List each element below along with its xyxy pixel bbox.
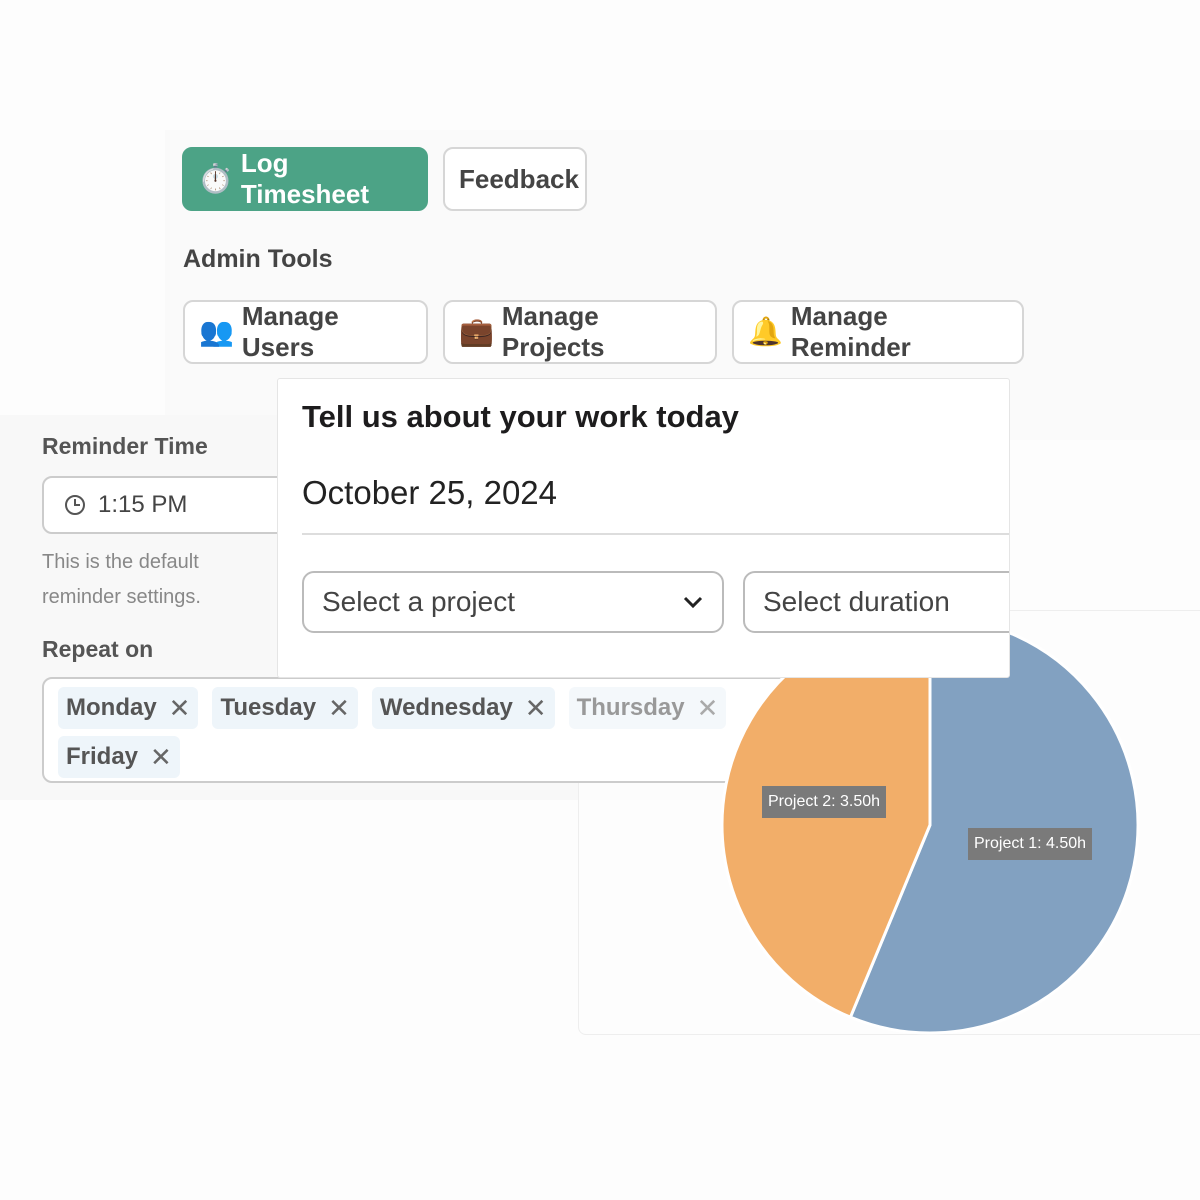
manage-reminder-button[interactable]: 🔔 Manage Reminder <box>732 300 1024 364</box>
form-title: Tell us about your work today <box>302 399 739 434</box>
tag-label: Tuesday <box>220 694 317 721</box>
repeat-days-select[interactable]: Monday ✕ Tuesday ✕ Wednesday ✕ Thursday ✕ Fr… <box>42 677 804 783</box>
clock-icon <box>65 495 85 515</box>
log-timesheet-label: Log Timesheet <box>240 148 370 209</box>
remove-icon[interactable]: ✕ <box>525 693 547 724</box>
remove-icon[interactable]: ✕ <box>150 742 172 773</box>
tag-label: Friday <box>66 743 139 770</box>
tag-label: Monday <box>66 694 157 721</box>
manage-reminder-label: Manage Reminder <box>790 301 911 362</box>
bell-icon: 🔔 <box>748 316 783 347</box>
divider <box>302 533 1009 535</box>
users-icon: 👥 <box>199 316 234 347</box>
reminder-hint: This is the default reminder settings. <box>42 551 201 608</box>
day-tag-tuesday: Tuesday ✕ <box>212 687 358 729</box>
manage-projects-button[interactable]: 💼 Manage Projects <box>443 300 717 364</box>
manage-users-button[interactable]: 👥 Manage Users <box>183 300 428 364</box>
manage-projects-label: Manage Projects <box>501 301 605 362</box>
feedback-label: Feedback <box>459 163 579 194</box>
briefcase-icon: 💼 <box>459 316 494 347</box>
tag-label: Thursday <box>576 694 685 721</box>
slice-label-project-2: Project 2: 3.50h <box>762 786 887 818</box>
log-work-form: Tell us about your work today October 25… <box>277 378 1010 678</box>
log-timesheet-button[interactable]: ⏱️ Log Timesheet <box>182 147 428 211</box>
day-tag-friday: Friday ✕ <box>58 736 180 778</box>
reminder-time-value: 1:15 PM <box>98 491 188 518</box>
duration-select-placeholder: Select duration <box>763 586 950 617</box>
feedback-button[interactable]: Feedback <box>443 147 587 211</box>
project-select[interactable]: Select a project <box>302 571 724 633</box>
form-date: October 25, 2024 <box>302 474 558 511</box>
remove-icon[interactable]: ✕ <box>328 693 350 724</box>
chevron-down-icon <box>683 596 703 609</box>
manage-users-label: Manage Users <box>241 301 339 362</box>
tag-label: Wednesday <box>379 694 513 721</box>
slice-label-project-1: Project 1: 4.50h <box>968 828 1093 860</box>
reminder-time-label: Reminder Time <box>42 433 208 459</box>
project-select-placeholder: Select a project <box>322 586 515 617</box>
stopwatch-icon: ⏱️ <box>198 163 233 194</box>
day-tag-monday: Monday ✕ <box>58 687 199 729</box>
duration-select[interactable]: Select duration <box>743 571 1009 633</box>
remove-icon[interactable]: ✕ <box>169 693 191 724</box>
admin-tools-heading: Admin Tools <box>183 245 333 273</box>
day-tag-wednesday: Wednesday ✕ <box>371 687 555 729</box>
repeat-on-label: Repeat on <box>42 636 154 662</box>
remove-icon[interactable]: ✕ <box>697 693 719 724</box>
day-tag-thursday: Thursday ✕ <box>568 687 727 729</box>
